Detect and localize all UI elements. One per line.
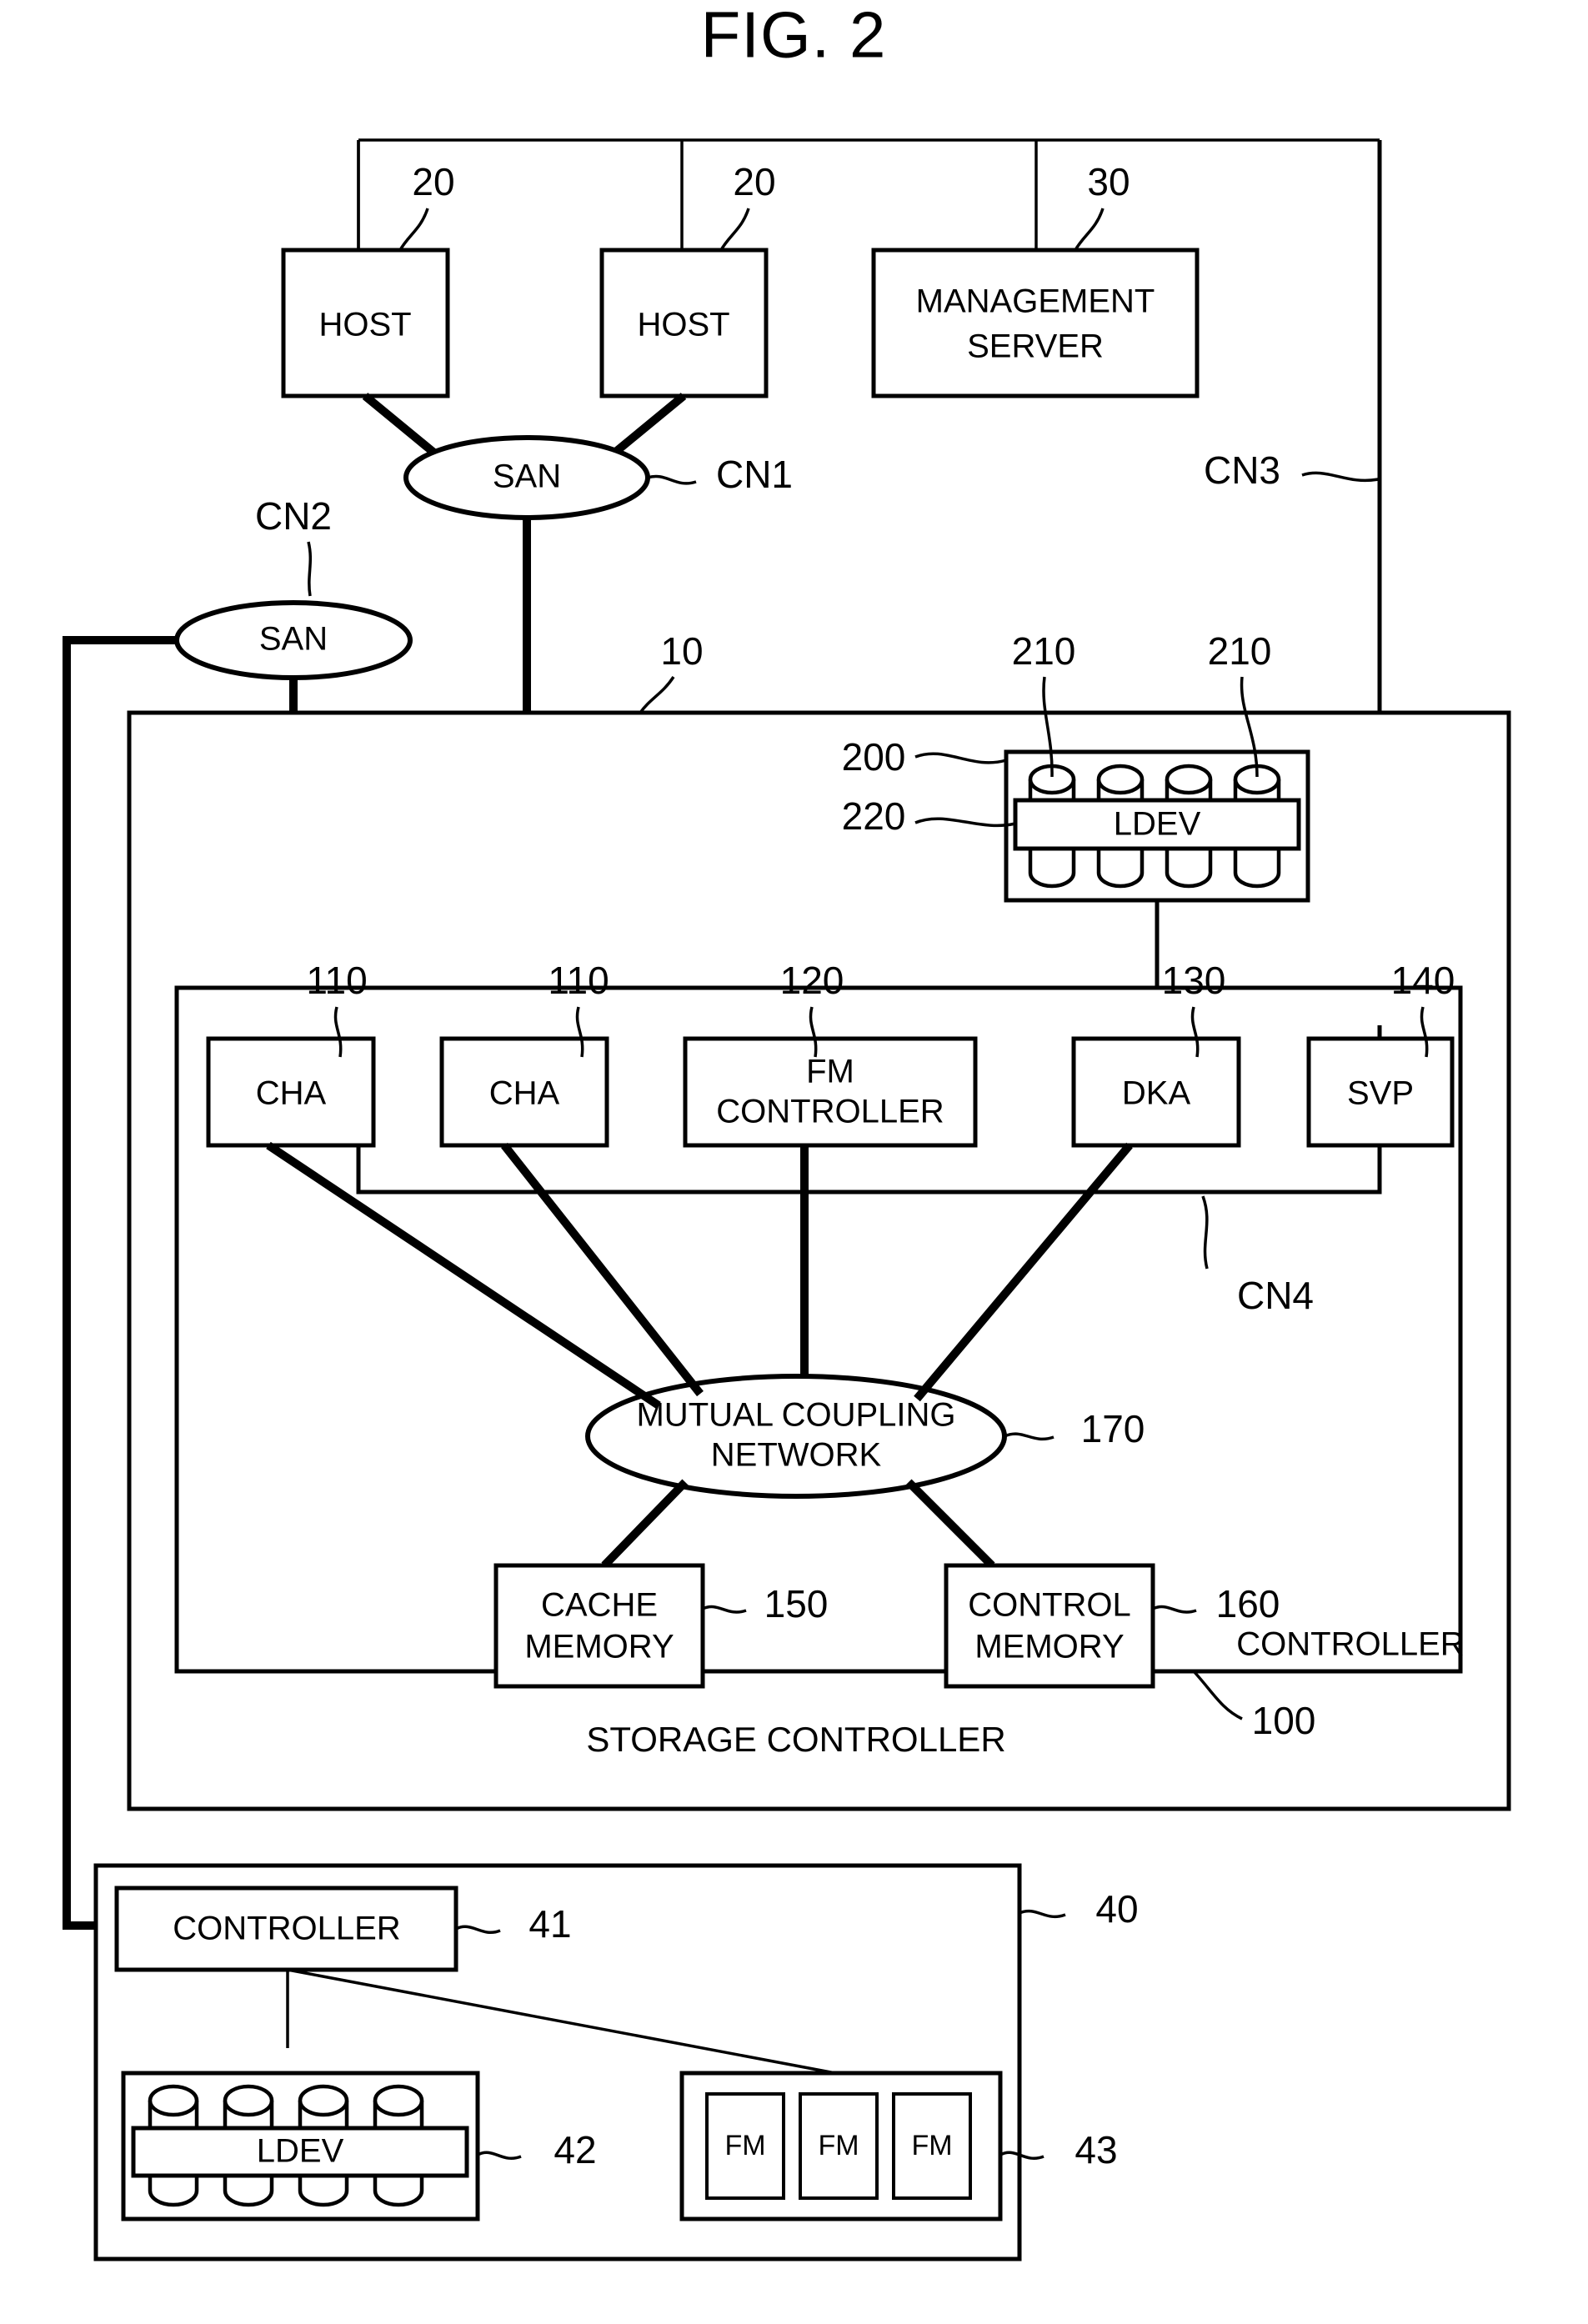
host-right-label: HOST bbox=[637, 307, 729, 343]
host-left-label: HOST bbox=[318, 307, 411, 343]
cha-right-ref: 110 bbox=[548, 959, 609, 1002]
fm-controller-label-1: FM bbox=[806, 1054, 854, 1090]
cn1-leader bbox=[647, 474, 697, 485]
figure-title: FIG. 2 bbox=[701, 0, 887, 72]
control-memory-label-1: CONTROL bbox=[968, 1587, 1131, 1624]
patent-diagram-svg: FIG. 2 HOST 20 HOST 20 MANAGEMENT SERVER… bbox=[63, 0, 1511, 2261]
management-server-label-2: SERVER bbox=[967, 328, 1104, 365]
cache-memory-label-1: CACHE bbox=[541, 1587, 658, 1624]
control-memory-label-2: MEMORY bbox=[974, 1629, 1124, 1665]
cha-left-label: CHA bbox=[256, 1075, 327, 1112]
link-host-left-to-san bbox=[362, 393, 439, 458]
host-left-leader bbox=[398, 208, 429, 251]
controller-inner-label: CONTROLLER bbox=[1236, 1626, 1464, 1663]
mcn-ref: 170 bbox=[1081, 1407, 1145, 1450]
control-memory-box[interactable] bbox=[944, 1563, 1155, 1689]
cache-memory-box[interactable] bbox=[493, 1563, 705, 1689]
cache-memory-label-2: MEMORY bbox=[524, 1629, 674, 1665]
cn3-leader bbox=[1301, 471, 1379, 483]
external-fm-label-1: FM bbox=[724, 2130, 765, 2161]
host-right-ref: 20 bbox=[733, 160, 775, 203]
san-top-label: SAN bbox=[493, 458, 561, 495]
external-ldev-label: LDEV bbox=[257, 2133, 344, 2170]
cn3-label: CN3 bbox=[1204, 448, 1280, 492]
management-server-label-1: MANAGEMENT bbox=[916, 283, 1155, 320]
external-controller-ref: 41 bbox=[528, 1902, 571, 1946]
cha-right-label: CHA bbox=[489, 1075, 560, 1112]
ldev-label-main: LDEV bbox=[1114, 806, 1201, 843]
dka-label: DKA bbox=[1122, 1075, 1191, 1112]
fm-controller-ref: 120 bbox=[780, 959, 844, 1002]
cn2-leader bbox=[307, 541, 313, 597]
control-memory-ref: 160 bbox=[1216, 1582, 1280, 1625]
dka-ref: 130 bbox=[1162, 959, 1226, 1002]
management-server-ref: 30 bbox=[1087, 160, 1130, 203]
storage-controller-caption: STORAGE CONTROLLER bbox=[586, 1720, 1005, 1759]
external-fm-label-2: FM bbox=[818, 2130, 859, 2161]
cn1-label: CN1 bbox=[716, 453, 793, 496]
disk-ref-210-right: 210 bbox=[1208, 629, 1272, 673]
cha-left-ref: 110 bbox=[306, 959, 367, 1002]
external-controller-label: CONTROLLER bbox=[173, 1911, 400, 1947]
storage-system-ref: 10 bbox=[660, 629, 703, 673]
link-host-right-to-san bbox=[609, 393, 687, 458]
external-fm-group-ref: 43 bbox=[1075, 2128, 1117, 2171]
cache-memory-ref: 150 bbox=[764, 1582, 829, 1625]
management-server-box[interactable] bbox=[871, 248, 1200, 398]
controller-inner-ref: 100 bbox=[1252, 1699, 1316, 1742]
ldev-ref-220: 220 bbox=[842, 794, 906, 838]
svp-label: SVP bbox=[1347, 1075, 1414, 1112]
disk-ref-210-left: 210 bbox=[1012, 629, 1076, 673]
external-fm-label-3: FM bbox=[911, 2130, 952, 2161]
cn2-label: CN2 bbox=[255, 494, 332, 538]
disk-array-ref-200: 200 bbox=[842, 735, 906, 779]
mcn-label-1: MUTUAL COUPLING bbox=[636, 1397, 955, 1434]
svp-ref: 140 bbox=[1391, 959, 1455, 1002]
figure-canvas: FIG. 2 HOST 20 HOST 20 MANAGEMENT SERVER… bbox=[0, 0, 1588, 2324]
mcn-label-2: NETWORK bbox=[711, 1437, 882, 1474]
external-storage-ref: 40 bbox=[1095, 1887, 1138, 1931]
external-storage-leader bbox=[1019, 1909, 1066, 1919]
san-left-label: SAN bbox=[259, 621, 328, 658]
external-ldev-ref: 42 bbox=[554, 2128, 596, 2171]
management-server-leader bbox=[1074, 208, 1105, 251]
fm-controller-label-2: CONTROLLER bbox=[716, 1094, 944, 1130]
host-right-leader bbox=[719, 208, 750, 251]
host-left-ref: 20 bbox=[412, 160, 454, 203]
cn4-label: CN4 bbox=[1237, 1274, 1314, 1317]
storage-system-leader bbox=[639, 676, 675, 714]
